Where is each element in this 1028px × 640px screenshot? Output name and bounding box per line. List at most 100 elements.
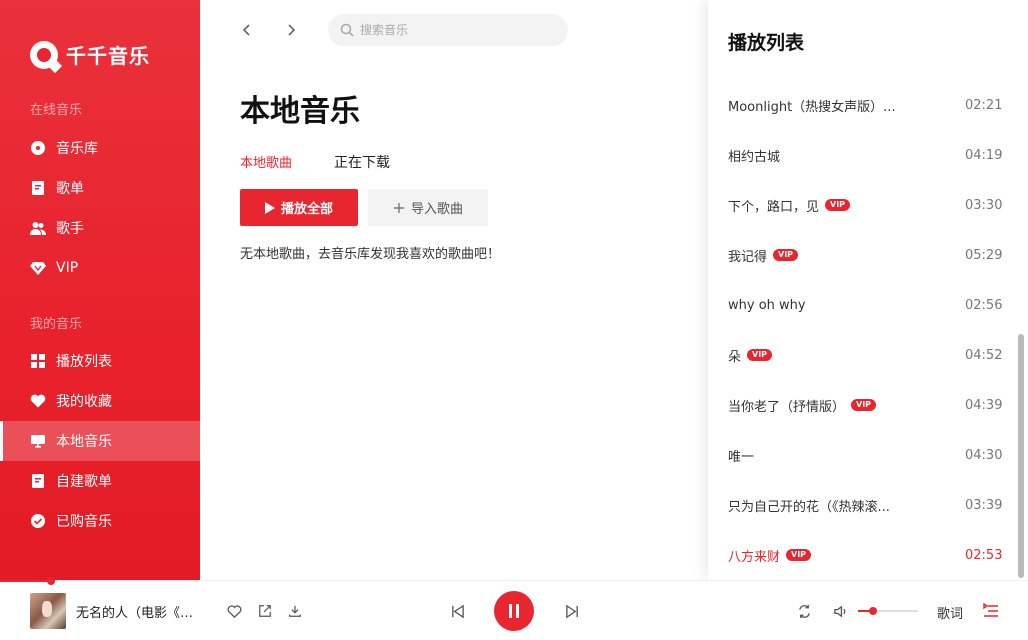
playlist-toggle-button[interactable] <box>982 602 1000 620</box>
playlist-queue-icon <box>983 603 998 617</box>
volume-slider[interactable] <box>858 607 918 615</box>
sidebar-item-singers[interactable]: 歌手 <box>0 208 200 248</box>
download-button[interactable] <box>287 603 303 619</box>
monitor-icon <box>30 433 46 449</box>
sidebar-item-playlists[interactable]: 歌单 <box>0 168 200 208</box>
playlist-item[interactable]: why oh why 02:56 <box>708 280 1018 330</box>
playlist-doc-icon <box>30 180 46 196</box>
sidebar: 千千音乐 在线音乐 音乐库 歌单 歌手 VIP 我的音乐 播放列表 我的收藏 本… <box>0 0 200 580</box>
sidebar-item-label: 播放列表 <box>56 354 112 370</box>
vip-badge: VIP <box>747 349 773 361</box>
vip-badge: VIP <box>786 549 812 561</box>
search-icon <box>340 23 354 37</box>
sidebar-item-label: 自建歌单 <box>56 474 112 490</box>
section-title-my: 我的音乐 <box>30 317 83 332</box>
share-icon <box>259 605 271 617</box>
search-box[interactable] <box>328 14 568 46</box>
playlist-item-current[interactable]: 八方来财 VIP 02:53 <box>708 530 1018 580</box>
like-button[interactable] <box>226 603 242 619</box>
skip-previous-icon <box>451 604 464 618</box>
repeat-mode-button[interactable] <box>795 602 813 620</box>
song-duration: 02:56 <box>965 297 1003 313</box>
logo-text: 千千音乐 <box>66 44 150 68</box>
grid-icon <box>30 353 46 369</box>
playlist-item[interactable]: 下个，路口，见 VIP 03:30 <box>708 180 1018 230</box>
playlist-item[interactable]: 当你老了（抒情版） VIP 04:39 <box>708 380 1018 430</box>
play-icon <box>264 201 275 214</box>
playlist-item[interactable]: 唯一 04:30 <box>708 430 1018 480</box>
sidebar-item-purchased[interactable]: 已购音乐 <box>0 501 200 541</box>
song-duration: 04:52 <box>965 347 1003 363</box>
volume-icon <box>833 605 845 617</box>
chevron-left-icon <box>242 24 250 36</box>
download-icon <box>289 605 301 617</box>
playlist-item[interactable]: 相约古城 04:19 <box>708 130 1018 180</box>
progress-handle[interactable] <box>47 577 56 585</box>
logo[interactable]: 千千音乐 <box>30 40 150 69</box>
heart-icon <box>30 393 46 409</box>
song-name: why oh why <box>728 297 806 313</box>
player-bar: 无名的人（电影《雄狮少年》主题曲） 歌词 <box>0 577 1028 640</box>
heart-outline-icon <box>227 604 241 618</box>
share-button[interactable] <box>257 603 273 619</box>
playlist-item[interactable]: 朵 VIP 04:52 <box>708 330 1018 380</box>
pause-button[interactable] <box>494 591 534 631</box>
song-name: 只为自己开的花（《热辣滚... <box>728 499 890 515</box>
repeat-icon <box>798 604 810 618</box>
sidebar-item-vip[interactable]: VIP <box>0 248 200 288</box>
skip-next-icon <box>565 604 578 618</box>
sidebar-item-favorites[interactable]: 我的收藏 <box>0 381 200 421</box>
back-button[interactable] <box>237 20 257 40</box>
sidebar-item-label: 歌单 <box>56 181 84 197</box>
song-duration: 04:30 <box>965 447 1003 463</box>
import-songs-button[interactable]: 导入歌曲 <box>368 189 488 226</box>
logo-icon <box>30 40 58 69</box>
song-name: 唯一 <box>728 449 755 465</box>
sidebar-item-music-library[interactable]: 音乐库 <box>0 128 200 168</box>
song-duration: 04:19 <box>965 147 1003 163</box>
vip-badge: VIP <box>825 199 851 211</box>
playlist-item[interactable]: 我记得 VIP 05:29 <box>708 230 1018 280</box>
sidebar-item-local-music[interactable]: 本地音乐 <box>0 421 200 461</box>
song-duration: 02:53 <box>965 547 1003 563</box>
playlist-panel: 播放列表 Moonlight（热搜女声版）... 02:21 相约古城 04:1… <box>708 0 1028 580</box>
chevron-right-icon <box>288 24 296 36</box>
sidebar-item-label: 已购音乐 <box>56 514 112 530</box>
plus-icon <box>393 202 404 213</box>
play-all-button[interactable]: 播放全部 <box>240 189 358 226</box>
tab-downloading[interactable]: 正在下载 <box>334 152 390 172</box>
app-window: 千千音乐 在线音乐 音乐库 歌单 歌手 VIP 我的音乐 播放列表 我的收藏 本… <box>0 0 1028 640</box>
song-duration: 03:30 <box>965 197 1003 213</box>
sidebar-item-label: VIP <box>56 260 79 276</box>
playlist-item[interactable]: Moonlight（热搜女声版）... 02:21 <box>708 80 1018 130</box>
sidebar-item-play-queue[interactable]: 播放列表 <box>0 341 200 381</box>
import-label: 导入歌曲 <box>410 201 463 216</box>
diamond-icon <box>30 260 46 276</box>
progress-fill <box>0 580 52 582</box>
sidebar-item-label: 歌手 <box>56 221 84 237</box>
play-all-label: 播放全部 <box>280 201 333 216</box>
sidebar-item-my-playlists[interactable]: 自建歌单 <box>0 461 200 501</box>
volume-button[interactable] <box>831 602 849 620</box>
tab-local-songs[interactable]: 本地歌曲 <box>240 152 292 171</box>
top-bar <box>200 0 708 60</box>
previous-button[interactable] <box>448 602 466 620</box>
now-playing-title[interactable]: 无名的人（电影《雄狮少年》主题曲） <box>76 602 194 621</box>
song-name: Moonlight（热搜女声版）... <box>728 99 896 115</box>
album-cover[interactable] <box>30 593 66 629</box>
song-name: 朵 <box>728 349 742 365</box>
playlist-item[interactable]: 只为自己开的花（《热辣滚... 03:39 <box>708 480 1018 530</box>
song-duration: 02:21 <box>965 97 1003 113</box>
forward-button[interactable] <box>281 20 301 40</box>
lyrics-button[interactable]: 歌词 <box>937 603 963 622</box>
song-duration: 05:29 <box>965 247 1003 263</box>
song-name: 下个，路口，见 <box>728 199 820 215</box>
next-button[interactable] <box>563 602 581 620</box>
song-duration: 04:39 <box>965 397 1003 413</box>
song-name: 我记得 <box>728 249 768 265</box>
song-duration: 03:39 <box>965 497 1003 513</box>
search-input[interactable] <box>360 23 560 37</box>
song-name: 相约古城 <box>728 149 781 165</box>
volume-handle[interactable] <box>869 607 877 615</box>
playlist-scrollbar[interactable] <box>1018 334 1024 578</box>
